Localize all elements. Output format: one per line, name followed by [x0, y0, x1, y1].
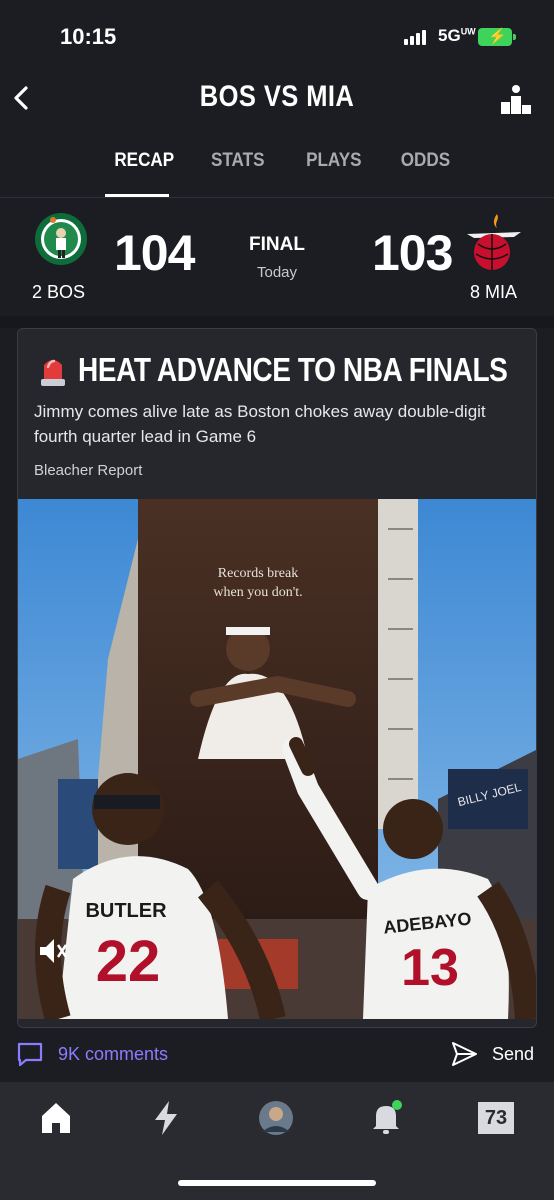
standings-icon[interactable] [500, 84, 532, 114]
app-header: BOS VS MIA [0, 70, 554, 126]
comments-link[interactable]: 9K comments [58, 1044, 168, 1065]
scores-icon[interactable]: 73 [478, 1102, 514, 1134]
article-source[interactable]: Bleacher Report [34, 462, 142, 479]
scoreboard[interactable]: 2 BOS 104 FINAL Today 103 8 MIA [0, 198, 554, 316]
back-chevron-icon[interactable] [10, 82, 34, 114]
article-headline-row: HEAT ADVANCE TO NBA FINALS [38, 351, 536, 389]
left-jersey-number: 22 [96, 929, 161, 994]
billboard-line-1: Records break [218, 566, 298, 581]
status-time: 10:15 [60, 24, 117, 49]
tab-stats[interactable]: STATS [211, 150, 265, 172]
home-indicator [178, 1180, 376, 1186]
avatar[interactable] [256, 1098, 296, 1138]
send-button[interactable]: Send [492, 1044, 534, 1065]
home-score: 103 [372, 225, 453, 281]
tab-odds[interactable]: ODDS [401, 150, 450, 172]
right-jersey-number: 13 [401, 939, 459, 997]
battery-icon: ⚡ [478, 28, 516, 46]
home-icon[interactable] [36, 1098, 76, 1138]
siren-icon [41, 359, 65, 386]
tab-bar-top: RECAP STATS PLAYS ODDS [0, 140, 554, 198]
celtics-logo-icon [35, 213, 87, 265]
send-icon[interactable] [450, 1040, 478, 1068]
away-team-label: 2 BOS [32, 282, 86, 302]
article-photo-illustration: BILLY JOEL Records break when you don't.… [18, 499, 536, 1019]
signal-icon [404, 30, 426, 45]
tab-recap[interactable]: RECAP [114, 150, 174, 172]
away-score: 104 [114, 225, 195, 281]
game-status: FINAL [249, 234, 305, 255]
game-date: Today [256, 264, 298, 281]
article-headline: HEAT ADVANCE TO NBA FINALS [78, 351, 508, 388]
heat-logo-icon [467, 214, 521, 270]
tab-plays[interactable]: PLAYS [306, 150, 361, 172]
notifications-bell-icon[interactable] [366, 1098, 406, 1138]
billboard-line-2: when you don't. [213, 585, 302, 600]
article-subtitle: Jimmy comes alive late as Boston chokes … [34, 402, 486, 446]
status-bar: 10:15 5GUW ⚡ [0, 0, 554, 70]
lightning-icon[interactable] [146, 1098, 186, 1138]
article-card[interactable]: HEAT ADVANCE TO NBA FINALS Jimmy comes a… [17, 328, 537, 1028]
social-bar: 9K comments Send [0, 1028, 554, 1082]
comment-icon[interactable] [16, 1040, 44, 1068]
section-gap [0, 316, 554, 328]
page-title: BOS VS MIA [199, 80, 355, 113]
article-image[interactable]: BILLY JOEL Records break when you don't.… [18, 499, 536, 1019]
left-jersey-name: BUTLER [85, 900, 167, 922]
home-team-label: 8 MIA [470, 282, 518, 302]
scores-icon-digits: 73 [478, 1102, 514, 1134]
network-indicator: 5GUW [438, 26, 476, 45]
